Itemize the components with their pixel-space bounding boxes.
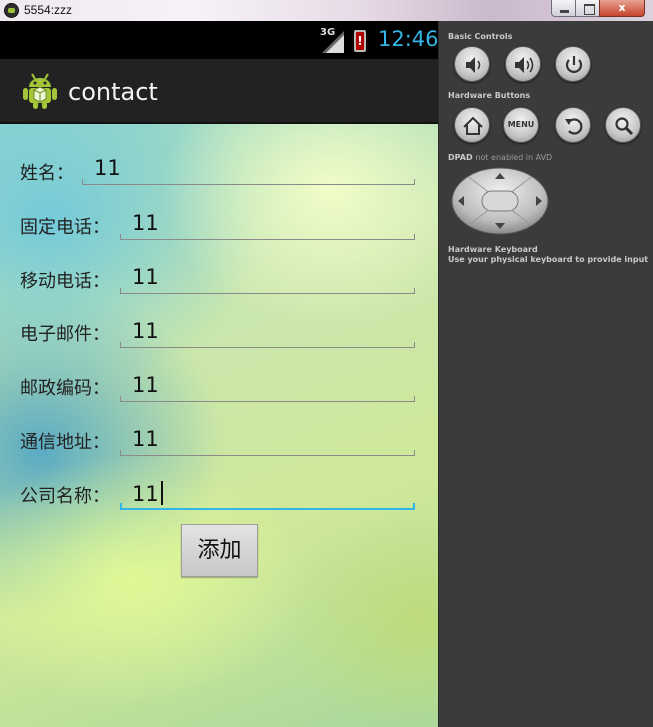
landline-label: 固定电话：: [20, 217, 110, 238]
menu-button[interactable]: MENU: [503, 107, 539, 143]
email-value: 11: [132, 319, 159, 343]
text-cursor: [160, 481, 163, 505]
search-icon: [615, 117, 634, 136]
emulator-window: 5554:zzz x 3G ! 12:46 contact 姓名： 11 固定电…: [0, 0, 653, 727]
name-label: 姓名：: [20, 163, 74, 184]
email-label: 电子邮件：: [20, 324, 110, 345]
volume-up-button[interactable]: [505, 46, 541, 82]
keyboard-note: Use your physical keyboard to provide in…: [448, 255, 649, 264]
address-input[interactable]: 11: [120, 426, 415, 456]
company-input[interactable]: 11: [120, 480, 415, 510]
home-button[interactable]: [454, 107, 490, 143]
battery-alert: !: [357, 34, 363, 48]
signal-icon: [322, 31, 344, 53]
maximize-button[interactable]: [575, 0, 600, 17]
postcode-value: 11: [132, 373, 159, 397]
postcode-input[interactable]: 11: [120, 372, 415, 402]
email-input[interactable]: 11: [120, 318, 415, 348]
emulator-app-icon: [4, 3, 19, 18]
keyboard-title: Hardware Keyboard: [448, 245, 538, 254]
address-label: 通信地址：: [20, 432, 110, 453]
dpad-title: DPAD not enabled in AVD: [448, 153, 552, 162]
app-title: contact: [68, 78, 158, 106]
name-input[interactable]: 11: [82, 155, 415, 185]
address-value: 11: [132, 427, 159, 451]
device-screen: 3G ! 12:46 contact 姓名： 11 固定电话： 11 移动电话：…: [0, 21, 438, 727]
action-bar: contact: [0, 59, 438, 124]
dpad-note: not enabled in AVD: [475, 153, 553, 162]
search-button[interactable]: [605, 107, 641, 143]
home-icon: [463, 116, 483, 135]
close-icon: x: [618, 1, 626, 14]
window-title: 5554:zzz: [24, 3, 73, 17]
status-time: 12:46: [378, 27, 438, 51]
mobile-label: 移动电话：: [20, 271, 110, 292]
minimize-button[interactable]: [551, 0, 576, 17]
close-button[interactable]: x: [599, 0, 645, 17]
power-button[interactable]: [555, 46, 591, 82]
back-button[interactable]: [555, 107, 591, 143]
company-label: 公司名称：: [20, 486, 110, 507]
android-icon[interactable]: [20, 70, 60, 110]
basic-controls-title: Basic Controls: [448, 32, 513, 41]
dpad-title-text: DPAD: [448, 153, 473, 162]
add-button[interactable]: 添加: [181, 524, 258, 577]
emulator-controls-panel: Basic Controls Hardware Buttons MENU DPA…: [438, 21, 653, 727]
name-value: 11: [94, 156, 121, 180]
power-icon: [565, 56, 583, 73]
menu-label: MENU: [507, 120, 535, 129]
company-value-wrap: 11: [132, 481, 163, 506]
hardware-buttons-title: Hardware Buttons: [448, 91, 531, 100]
mobile-value: 11: [132, 265, 159, 289]
postcode-label: 邮政编码：: [20, 378, 110, 399]
mobile-input[interactable]: 11: [120, 264, 415, 294]
volume-down-button[interactable]: [454, 46, 490, 82]
volume-up-icon: [515, 57, 534, 73]
landline-input[interactable]: 11: [120, 210, 415, 240]
back-icon: [565, 118, 583, 135]
volume-down-icon: [466, 57, 481, 73]
battery-icon: !: [354, 30, 366, 52]
landline-value: 11: [132, 211, 159, 235]
window-titlebar[interactable]: 5554:zzz x: [0, 0, 653, 21]
status-bar: 3G ! 12:46: [0, 21, 438, 59]
company-value: 11: [132, 482, 159, 506]
dpad-control[interactable]: [451, 167, 549, 235]
